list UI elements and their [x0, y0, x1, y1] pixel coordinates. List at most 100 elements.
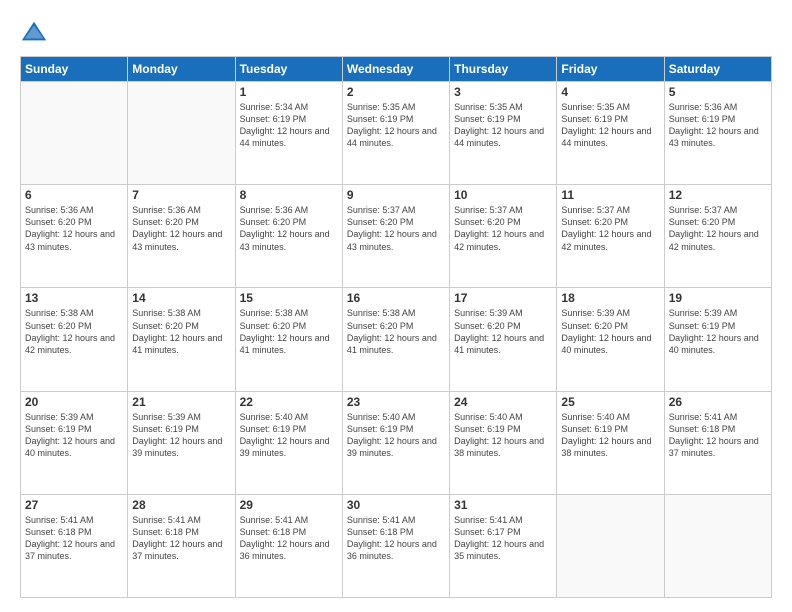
calendar-cell: 3Sunrise: 5:35 AM Sunset: 6:19 PM Daylig…	[450, 82, 557, 185]
calendar-week-row: 13Sunrise: 5:38 AM Sunset: 6:20 PM Dayli…	[21, 288, 772, 391]
calendar-cell: 30Sunrise: 5:41 AM Sunset: 6:18 PM Dayli…	[342, 494, 449, 597]
day-info: Sunrise: 5:37 AM Sunset: 6:20 PM Dayligh…	[347, 204, 445, 253]
day-info: Sunrise: 5:37 AM Sunset: 6:20 PM Dayligh…	[561, 204, 659, 253]
day-number: 10	[454, 188, 552, 202]
day-number: 4	[561, 85, 659, 99]
day-info: Sunrise: 5:37 AM Sunset: 6:20 PM Dayligh…	[669, 204, 767, 253]
calendar-week-row: 27 Sunrise: 5:41 AM Sunset: 6:18 PM Dayli…	[21, 494, 772, 597]
day-number: 22	[240, 395, 338, 409]
day-number: 31	[454, 498, 552, 512]
calendar-cell: 14 Sunrise: 5:38 AM Sunset: 6:20 PM Dayli…	[128, 288, 235, 391]
calendar-cell: 29Sunrise: 5:41 AM Sunset: 6:18 PM Dayli…	[235, 494, 342, 597]
calendar-week-row: 1Sunrise: 5:34 AM Sunset: 6:19 PM Daylig…	[21, 82, 772, 185]
day-info: Sunrise: 5:41 AM Sunset: 6:18 PM Dayligh…	[25, 514, 123, 563]
day-number: 17	[454, 291, 552, 305]
calendar-cell: 19Sunrise: 5:39 AM Sunset: 6:19 PM Dayli…	[664, 288, 771, 391]
day-info: Sunrise: 5:35 AM Sunset: 6:19 PM Dayligh…	[347, 101, 445, 150]
day-number: 28	[132, 498, 230, 512]
weekday-header: Tuesday	[235, 57, 342, 82]
calendar-cell: 2 Sunrise: 5:35 AM Sunset: 6:19 PM Daylig…	[342, 82, 449, 185]
day-number: 23	[347, 395, 445, 409]
calendar-cell: 13Sunrise: 5:38 AM Sunset: 6:20 PM Dayli…	[21, 288, 128, 391]
logo	[20, 18, 52, 46]
header	[20, 18, 772, 46]
calendar-cell: 12 Sunrise: 5:37 AM Sunset: 6:20 PM Dayli…	[664, 185, 771, 288]
day-number: 5	[669, 85, 767, 99]
day-number: 19	[669, 291, 767, 305]
day-info: Sunrise: 5:41 AM Sunset: 6:18 PM Dayligh…	[669, 411, 767, 460]
calendar-cell: 22 Sunrise: 5:40 AM Sunset: 6:19 PM Dayli…	[235, 391, 342, 494]
weekday-header: Saturday	[664, 57, 771, 82]
calendar-cell: 15 Sunrise: 5:38 AM Sunset: 6:20 PM Dayli…	[235, 288, 342, 391]
day-info: Sunrise: 5:40 AM Sunset: 6:19 PM Dayligh…	[347, 411, 445, 460]
calendar-cell: 1Sunrise: 5:34 AM Sunset: 6:19 PM Daylig…	[235, 82, 342, 185]
calendar-cell: 28 Sunrise: 5:41 AM Sunset: 6:18 PM Dayli…	[128, 494, 235, 597]
day-info: Sunrise: 5:37 AM Sunset: 6:20 PM Dayligh…	[454, 204, 552, 253]
weekday-header: Wednesday	[342, 57, 449, 82]
day-info: Sunrise: 5:38 AM Sunset: 6:20 PM Dayligh…	[347, 307, 445, 356]
day-info: Sunrise: 5:36 AM Sunset: 6:19 PM Dayligh…	[669, 101, 767, 150]
day-info: Sunrise: 5:41 AM Sunset: 6:18 PM Dayligh…	[347, 514, 445, 563]
weekday-header: Monday	[128, 57, 235, 82]
calendar-cell: 26 Sunrise: 5:41 AM Sunset: 6:18 PM Dayli…	[664, 391, 771, 494]
day-info: Sunrise: 5:38 AM Sunset: 6:20 PM Dayligh…	[240, 307, 338, 356]
day-number: 24	[454, 395, 552, 409]
calendar-cell	[128, 82, 235, 185]
day-info: Sunrise: 5:39 AM Sunset: 6:19 PM Dayligh…	[25, 411, 123, 460]
weekday-header: Thursday	[450, 57, 557, 82]
weekday-header-row: SundayMondayTuesdayWednesdayThursdayFrid…	[21, 57, 772, 82]
calendar-cell	[664, 494, 771, 597]
day-info: Sunrise: 5:40 AM Sunset: 6:19 PM Dayligh…	[454, 411, 552, 460]
calendar-cell: 21 Sunrise: 5:39 AM Sunset: 6:19 PM Dayli…	[128, 391, 235, 494]
day-info: Sunrise: 5:38 AM Sunset: 6:20 PM Dayligh…	[132, 307, 230, 356]
calendar-cell: 4 Sunrise: 5:35 AM Sunset: 6:19 PM Daylig…	[557, 82, 664, 185]
day-info: Sunrise: 5:40 AM Sunset: 6:19 PM Dayligh…	[240, 411, 338, 460]
calendar-cell: 5 Sunrise: 5:36 AM Sunset: 6:19 PM Daylig…	[664, 82, 771, 185]
weekday-header: Sunday	[21, 57, 128, 82]
day-number: 16	[347, 291, 445, 305]
calendar-cell	[557, 494, 664, 597]
calendar-cell: 24 Sunrise: 5:40 AM Sunset: 6:19 PM Dayli…	[450, 391, 557, 494]
day-number: 25	[561, 395, 659, 409]
calendar-cell: 7 Sunrise: 5:36 AM Sunset: 6:20 PM Daylig…	[128, 185, 235, 288]
day-info: Sunrise: 5:36 AM Sunset: 6:20 PM Dayligh…	[132, 204, 230, 253]
calendar-cell: 17 Sunrise: 5:39 AM Sunset: 6:20 PM Dayli…	[450, 288, 557, 391]
day-number: 14	[132, 291, 230, 305]
calendar-week-row: 20 Sunrise: 5:39 AM Sunset: 6:19 PM Dayli…	[21, 391, 772, 494]
day-number: 8	[240, 188, 338, 202]
day-number: 6	[25, 188, 123, 202]
day-info: Sunrise: 5:41 AM Sunset: 6:18 PM Dayligh…	[132, 514, 230, 563]
day-number: 7	[132, 188, 230, 202]
calendar-cell: 18Sunrise: 5:39 AM Sunset: 6:20 PM Dayli…	[557, 288, 664, 391]
day-info: Sunrise: 5:36 AM Sunset: 6:20 PM Dayligh…	[25, 204, 123, 253]
day-info: Sunrise: 5:40 AM Sunset: 6:19 PM Dayligh…	[561, 411, 659, 460]
calendar-cell: 10 Sunrise: 5:37 AM Sunset: 6:20 PM Dayli…	[450, 185, 557, 288]
day-number: 20	[25, 395, 123, 409]
weekday-header: Friday	[557, 57, 664, 82]
day-number: 27	[25, 498, 123, 512]
day-number: 12	[669, 188, 767, 202]
day-info: Sunrise: 5:38 AM Sunset: 6:20 PM Dayligh…	[25, 307, 123, 356]
calendar-cell: 27 Sunrise: 5:41 AM Sunset: 6:18 PM Dayli…	[21, 494, 128, 597]
calendar-cell: 6 Sunrise: 5:36 AM Sunset: 6:20 PM Daylig…	[21, 185, 128, 288]
day-info: Sunrise: 5:39 AM Sunset: 6:20 PM Dayligh…	[561, 307, 659, 356]
calendar-cell: 25 Sunrise: 5:40 AM Sunset: 6:19 PM Dayli…	[557, 391, 664, 494]
page: SundayMondayTuesdayWednesdayThursdayFrid…	[0, 0, 792, 612]
day-info: Sunrise: 5:36 AM Sunset: 6:20 PM Dayligh…	[240, 204, 338, 253]
day-number: 11	[561, 188, 659, 202]
day-number: 29	[240, 498, 338, 512]
day-number: 15	[240, 291, 338, 305]
day-number: 26	[669, 395, 767, 409]
calendar-cell: 20 Sunrise: 5:39 AM Sunset: 6:19 PM Dayli…	[21, 391, 128, 494]
day-info: Sunrise: 5:35 AM Sunset: 6:19 PM Dayligh…	[561, 101, 659, 150]
day-number: 2	[347, 85, 445, 99]
day-info: Sunrise: 5:39 AM Sunset: 6:19 PM Dayligh…	[132, 411, 230, 460]
calendar-cell: 16 Sunrise: 5:38 AM Sunset: 6:20 PM Dayli…	[342, 288, 449, 391]
day-number: 21	[132, 395, 230, 409]
day-number: 1	[240, 85, 338, 99]
calendar-cell: 9 Sunrise: 5:37 AM Sunset: 6:20 PM Daylig…	[342, 185, 449, 288]
day-info: Sunrise: 5:41 AM Sunset: 6:17 PM Dayligh…	[454, 514, 552, 563]
day-info: Sunrise: 5:39 AM Sunset: 6:20 PM Dayligh…	[454, 307, 552, 356]
calendar: SundayMondayTuesdayWednesdayThursdayFrid…	[20, 56, 772, 598]
day-number: 9	[347, 188, 445, 202]
